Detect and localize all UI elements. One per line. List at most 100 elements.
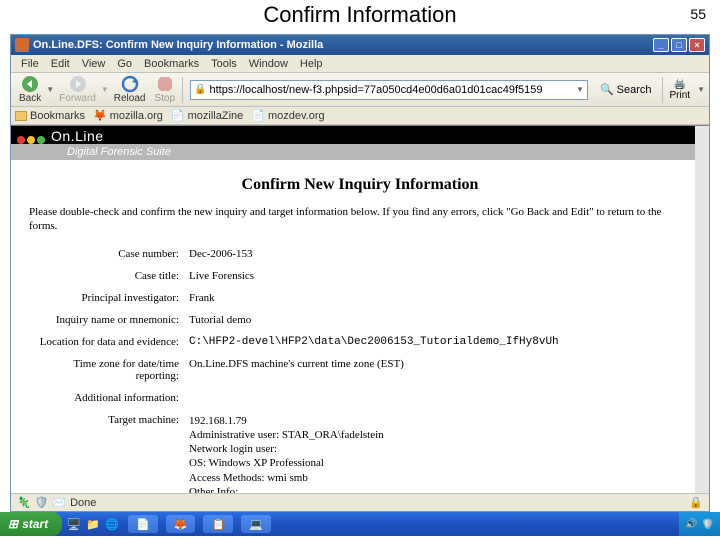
page-number: 55 (690, 6, 706, 22)
dropdown-icon[interactable]: ▼ (576, 85, 584, 94)
taskbar-item[interactable]: 📋 (203, 515, 233, 533)
tray-icon: 🔊 (685, 519, 697, 530)
start-button[interactable]: ⊞ start (0, 512, 62, 536)
app-icon: 📄 (136, 518, 150, 531)
shield-icon: 🛡️ (35, 496, 49, 509)
mail-icon: ✉️ (52, 496, 66, 509)
url-text: https://localhost/new-f3.phpsid=77a050cd… (210, 84, 543, 96)
search-button[interactable]: 🔍 Search (593, 80, 659, 99)
quicklaunch-icon[interactable]: 🌐 (104, 516, 120, 532)
lock-icon: 🔒 (194, 84, 206, 95)
forward-arrow-icon (69, 75, 87, 93)
value-additional (189, 392, 691, 404)
label-additional: Additional information: (29, 392, 189, 404)
scrollbar[interactable] (695, 126, 709, 493)
menu-edit[interactable]: Edit (45, 57, 76, 71)
label-case-title: Case title: (29, 270, 189, 282)
link-icon: 📄 (251, 109, 265, 122)
brand-tagline: Digital Forensic Suite (11, 144, 709, 160)
status-text: Done (70, 497, 96, 509)
status-bar: 🦎 🛡️ ✉️ Done 🔒 (11, 493, 709, 511)
target-ip: 192.168.1.79 (189, 414, 691, 428)
taskbar-item[interactable]: 🦊 (166, 515, 196, 533)
link-icon: 🦊 (93, 109, 107, 122)
yellow-dot-icon (27, 136, 35, 144)
menu-file[interactable]: File (15, 57, 45, 71)
app-favicon (15, 38, 29, 52)
bookmarks-folder[interactable]: Bookmarks (15, 110, 85, 122)
dropdown-icon[interactable]: ▼ (46, 85, 54, 94)
reload-button[interactable]: Reload (110, 74, 150, 105)
value-target: 192.168.1.79 Administrative user: STAR_O… (189, 414, 691, 494)
dropdown-icon[interactable]: ▼ (697, 85, 705, 94)
target-other: Other Info: (189, 485, 691, 493)
link-icon: 📄 (171, 109, 185, 122)
value-location: C:\HFP2-devel\HFP2\data\Dec2006153_Tutor… (189, 336, 691, 348)
green-dot-icon (37, 136, 45, 144)
printer-icon: 🖨️ (674, 79, 686, 90)
label-mnemonic: Inquiry name or mnemonic: (29, 314, 189, 326)
close-button[interactable]: × (689, 38, 705, 52)
menu-view[interactable]: View (76, 57, 112, 71)
app-icon: 💻 (249, 518, 263, 531)
target-os: OS: Windows XP Professional (189, 456, 691, 470)
menu-bookmarks[interactable]: Bookmarks (138, 57, 205, 71)
slide-title: Confirm Information (263, 2, 456, 28)
taskbar: ⊞ start 🖥️ 📁 🌐 📄 🦊 📋 💻 🔊 🛡️ (0, 512, 720, 536)
forward-button[interactable]: Forward (55, 74, 100, 105)
app-icon: 🦊 (174, 518, 188, 531)
address-bar[interactable]: 🔒 https://localhost/new-f3.phpsid=77a050… (190, 80, 588, 100)
stop-button[interactable]: Stop (150, 74, 179, 105)
reload-icon (121, 75, 139, 93)
bookmark-mozillazine[interactable]: 📄mozillaZine (171, 109, 243, 122)
print-button[interactable]: 🖨️ Print (666, 78, 695, 102)
menu-bar: File Edit View Go Bookmarks Tools Window… (11, 55, 709, 73)
bookmark-mozilla[interactable]: 🦊mozilla.org (93, 109, 163, 122)
system-tray[interactable]: 🔊 🛡️ (679, 512, 720, 536)
window-title: On.Line.DFS: Confirm New Inquiry Informa… (33, 39, 653, 51)
nav-toolbar: Back ▼ Forward ▼ Reload Stop 🔒 https://l… (11, 73, 709, 107)
menu-window[interactable]: Window (243, 57, 294, 71)
padlock-icon: 🔒 (689, 496, 703, 509)
stop-icon (156, 75, 174, 93)
taskbar-item[interactable]: 📄 (128, 515, 158, 533)
menu-help[interactable]: Help (294, 57, 329, 71)
value-timezone: On.Line.DFS machine's current time zone … (189, 358, 691, 382)
app-banner: On.Line Digital Forensic Suite (11, 126, 709, 160)
app-icon: 📋 (211, 518, 225, 531)
bookmarks-toolbar: Bookmarks 🦊mozilla.org 📄mozillaZine 📄moz… (11, 107, 709, 125)
page-viewport: On.Line Digital Forensic Suite Confirm N… (11, 125, 709, 493)
back-button[interactable]: Back (15, 74, 45, 105)
bookmark-mozdev[interactable]: 📄mozdev.org (251, 109, 324, 122)
label-location: Location for data and evidence: (29, 336, 189, 348)
browser-window: On.Line.DFS: Confirm New Inquiry Informa… (10, 34, 710, 512)
folder-icon (15, 111, 27, 121)
value-pi: Frank (189, 292, 691, 304)
red-dot-icon (17, 136, 25, 144)
start-flag-icon: ⊞ (8, 517, 18, 531)
value-case-number: Dec-2006-153 (189, 248, 691, 260)
throbber-icon: 🦎 (17, 496, 31, 509)
label-pi: Principal investigator: (29, 292, 189, 304)
page-heading: Confirm New Inquiry Information (29, 176, 691, 194)
minimize-button[interactable]: _ (653, 38, 669, 52)
back-arrow-icon (21, 75, 39, 93)
dropdown-icon[interactable]: ▼ (101, 85, 109, 94)
menu-go[interactable]: Go (111, 57, 138, 71)
quicklaunch-icon[interactable]: 📁 (85, 516, 101, 532)
taskbar-item[interactable]: 💻 (241, 515, 271, 533)
target-netlogin: Network login user: (189, 442, 691, 456)
label-case-number: Case number: (29, 248, 189, 260)
search-icon: 🔍 (600, 83, 614, 96)
window-titlebar: On.Line.DFS: Confirm New Inquiry Informa… (11, 35, 709, 55)
maximize-button[interactable]: □ (671, 38, 687, 52)
target-access: Access Methods: wmi smb (189, 471, 691, 485)
label-timezone: Time zone for date/time reporting: (29, 358, 189, 382)
quicklaunch-icon[interactable]: 🖥️ (66, 516, 82, 532)
tray-icon: 🛡️ (702, 519, 714, 530)
intro-text: Please double-check and confirm the new … (29, 206, 691, 234)
target-admin: Administrative user: STAR_ORA\fadelstein (189, 428, 691, 442)
menu-tools[interactable]: Tools (205, 57, 243, 71)
brand-label: On.Line (51, 128, 104, 144)
value-mnemonic: Tutorial demo (189, 314, 691, 326)
